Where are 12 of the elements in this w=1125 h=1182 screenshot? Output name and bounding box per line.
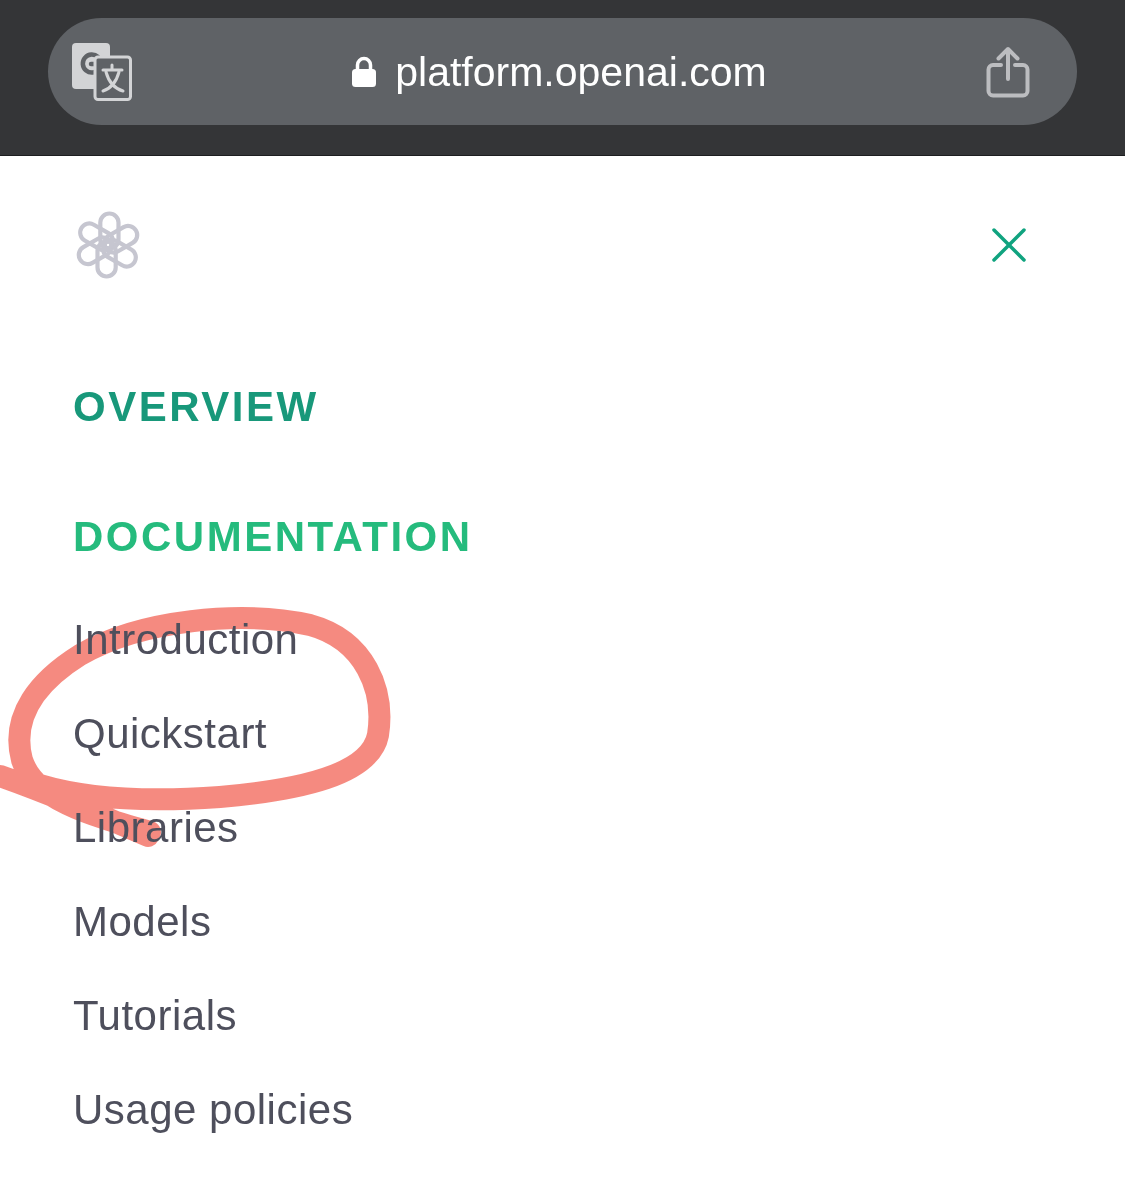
close-button[interactable] [992, 228, 1026, 262]
nav-link[interactable]: Models [73, 897, 212, 947]
address-bar[interactable]: platform.openai.com [48, 18, 1077, 125]
close-icon [992, 228, 1026, 262]
nav-link[interactable]: Quickstart [73, 709, 268, 759]
nav-link[interactable]: Usage policies [73, 1085, 354, 1135]
translate-icon[interactable] [72, 42, 132, 101]
url-text: platform.openai.com [395, 47, 767, 97]
section-heading: OVERVIEW [73, 382, 319, 432]
share-icon[interactable] [986, 45, 1030, 98]
section-heading: DOCUMENTATION [73, 512, 473, 562]
nav-link[interactable]: Tutorials [73, 991, 237, 1041]
